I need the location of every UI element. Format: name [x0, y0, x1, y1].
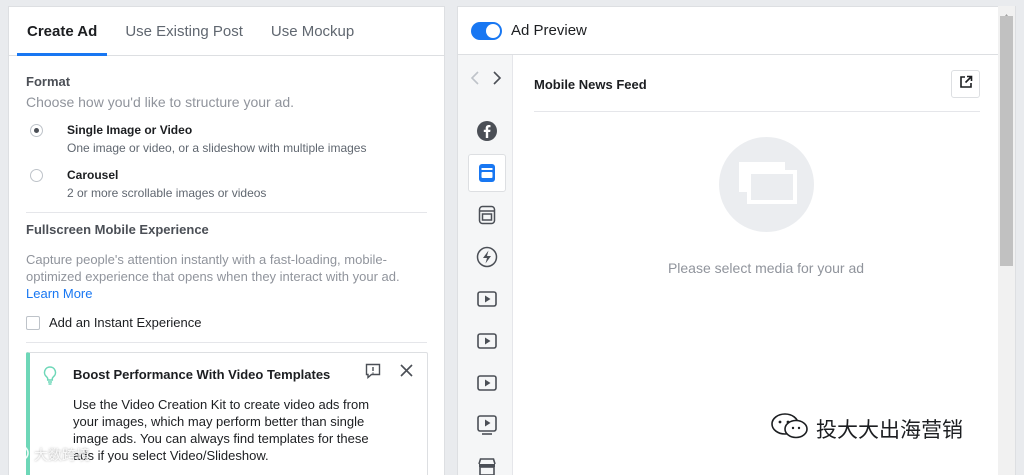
- desktop-feed-icon[interactable]: [468, 196, 506, 234]
- watermark-right: 投大大出海营销: [770, 412, 963, 446]
- media-gallery-icon: [737, 160, 797, 209]
- video-feed-icon[interactable]: [468, 280, 506, 318]
- preview-title: Mobile News Feed: [534, 77, 647, 92]
- video-feed-icon[interactable]: [468, 322, 506, 360]
- preview-divider: [534, 111, 980, 112]
- format-subtitle: Choose how you'd like to structure your …: [26, 94, 295, 110]
- scrollbar-thumb[interactable]: [1000, 16, 1013, 266]
- feedback-icon[interactable]: [365, 363, 381, 384]
- placement-nav: [470, 71, 502, 90]
- format-option-single[interactable]: Single Image or Video One image or video…: [26, 123, 427, 155]
- chevron-right-icon[interactable]: [492, 71, 502, 90]
- watermark-right-text: 投大大出海营销: [816, 419, 963, 442]
- mobile-feed-icon[interactable]: [468, 154, 506, 192]
- boost-body: Use the Video Creation Kit to create vid…: [73, 397, 370, 463]
- section-divider: [26, 342, 427, 343]
- placement-sidebar: [458, 55, 513, 475]
- ad-creative-panel: Create Ad Use Existing Post Use Mockup F…: [8, 6, 445, 475]
- single-image-label: Single Image or Video: [67, 123, 193, 137]
- instant-experience-row[interactable]: Add an Instant Experience: [26, 315, 427, 330]
- tab-use-mockup[interactable]: Use Mockup: [257, 7, 368, 55]
- section-divider: [26, 212, 427, 213]
- watermark-logo-icon: [12, 444, 30, 465]
- fullscreen-body: Capture people's attention instantly wit…: [26, 252, 400, 284]
- format-option-carousel[interactable]: Carousel 2 or more scrollable images or …: [26, 168, 427, 200]
- watermark-left: 大数跨境: [12, 444, 90, 465]
- ad-preview-toggle[interactable]: [471, 21, 502, 40]
- instant-experience-label: Add an Instant Experience: [49, 315, 202, 330]
- facebook-icon[interactable]: [468, 112, 506, 150]
- marketplace-icon[interactable]: [468, 448, 506, 475]
- fullscreen-section: Fullscreen Mobile Experience Capture peo…: [9, 222, 444, 330]
- preview-header: Ad Preview: [458, 7, 1015, 55]
- instant-articles-icon[interactable]: [468, 238, 506, 276]
- single-image-radio[interactable]: [30, 124, 43, 137]
- fullscreen-description: Capture people's attention instantly wit…: [26, 251, 401, 302]
- carousel-label: Carousel: [67, 168, 119, 182]
- wechat-icon: [770, 412, 810, 446]
- external-link-icon: [959, 75, 973, 94]
- creative-tabs: Create Ad Use Existing Post Use Mockup: [9, 7, 444, 56]
- ad-preview-panel: Ad Preview Mobile News Feed Please selec…: [457, 6, 1016, 475]
- format-section: Format Choose how you'd like to structur…: [9, 74, 444, 200]
- learn-more-link[interactable]: Learn More: [26, 285, 401, 302]
- instant-experience-checkbox[interactable]: [26, 315, 40, 330]
- empty-media-text: Please select media for your ad: [667, 260, 865, 276]
- fullscreen-title: Fullscreen Mobile Experience: [26, 222, 209, 237]
- video-feed-icon[interactable]: [468, 364, 506, 402]
- boost-title: Boost Performance With Video Templates: [73, 367, 331, 382]
- page-scrollbar[interactable]: [998, 6, 1015, 475]
- carousel-radio[interactable]: [30, 169, 43, 182]
- video-stories-icon[interactable]: [468, 406, 506, 444]
- lightbulb-icon: [42, 365, 58, 390]
- tab-use-existing-post[interactable]: Use Existing Post: [111, 7, 257, 55]
- single-image-desc: One image or video, or a slideshow with …: [67, 141, 367, 155]
- format-title: Format: [26, 74, 71, 89]
- open-external-button[interactable]: [951, 70, 980, 98]
- watermark-left-text: 大数跨境: [34, 446, 90, 463]
- chevron-left-icon[interactable]: [470, 71, 480, 90]
- close-icon[interactable]: [400, 364, 413, 382]
- tab-create-ad[interactable]: Create Ad: [13, 7, 111, 56]
- media-placeholder: [719, 137, 814, 232]
- ad-preview-label: Ad Preview: [511, 22, 587, 39]
- carousel-desc: 2 or more scrollable images or videos: [67, 186, 267, 200]
